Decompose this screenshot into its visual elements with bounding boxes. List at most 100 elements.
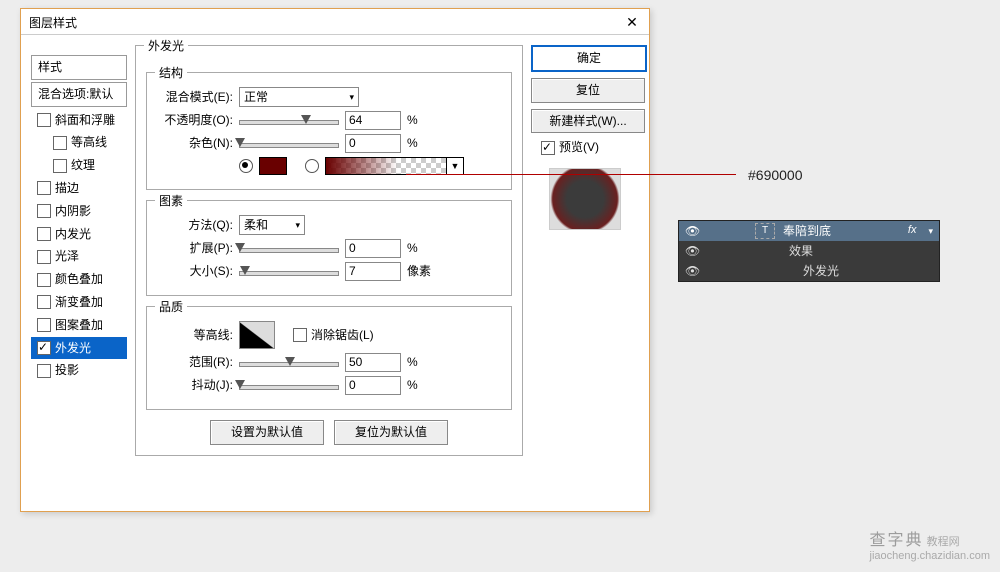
pct: %	[407, 377, 418, 394]
outer-glow-panel: 外发光 结构 混合模式(E): 正常 ▾ 不透明度(O): 64	[135, 45, 523, 456]
styles-header[interactable]: 样式	[31, 55, 127, 80]
noise-input[interactable]: 0	[345, 134, 401, 153]
opacity-label: 不透明度(O):	[155, 112, 233, 129]
style-checkbox[interactable]	[37, 295, 51, 309]
style-checkbox[interactable]	[37, 250, 51, 264]
style-item-5[interactable]: 内发光	[31, 223, 127, 246]
style-item-1[interactable]: 等高线	[31, 131, 127, 154]
style-item-label: 投影	[55, 362, 79, 379]
annotation-line	[406, 174, 736, 175]
jitter-input[interactable]: 0	[345, 376, 401, 395]
jitter-label: 抖动(J):	[155, 377, 233, 394]
spread-slider[interactable]	[239, 243, 339, 255]
style-checkbox[interactable]	[53, 159, 67, 173]
visibility-icon[interactable]: 👁	[685, 263, 699, 280]
range-slider[interactable]	[239, 357, 339, 369]
style-checkbox[interactable]	[37, 181, 51, 195]
effects-row[interactable]: 👁 效果	[679, 241, 939, 261]
style-checkbox[interactable]	[37, 227, 51, 241]
preview-thumbnail	[549, 168, 621, 230]
chevron-down-icon[interactable]: ▾	[928, 225, 933, 238]
cancel-button[interactable]: 复位	[531, 78, 645, 103]
range-input[interactable]: 50	[345, 353, 401, 372]
structure-legend: 结构	[155, 65, 187, 82]
fx-badge[interactable]: fx	[908, 223, 917, 238]
style-item-label: 渐变叠加	[55, 294, 103, 311]
effect-child-row[interactable]: 👁 外发光	[679, 261, 939, 281]
contour-picker[interactable]	[239, 321, 275, 349]
style-item-3[interactable]: 描边	[31, 177, 127, 200]
opacity-input[interactable]: 64	[345, 111, 401, 130]
style-item-6[interactable]: 光泽	[31, 245, 127, 268]
reset-default-button[interactable]: 复位为默认值	[334, 420, 448, 445]
style-checkbox[interactable]	[53, 136, 67, 150]
unit: 像素	[407, 263, 431, 280]
titlebar: 图层样式 ✕	[21, 9, 649, 35]
effects-label: 效果	[789, 243, 813, 260]
blend-mode-label: 混合模式(E):	[155, 89, 233, 106]
pct: %	[407, 354, 418, 371]
antialias-label: 消除锯齿(L)	[311, 327, 374, 344]
size-slider[interactable]	[239, 266, 339, 278]
chevron-down-icon: ▾	[295, 219, 300, 232]
style-checkbox[interactable]	[37, 204, 51, 218]
method-value: 柔和	[244, 217, 268, 234]
glow-color-swatch[interactable]	[259, 157, 287, 175]
gradient-picker[interactable]	[325, 157, 447, 175]
panel-legend: 外发光	[144, 38, 188, 55]
color-radio[interactable]	[239, 159, 253, 173]
style-item-label: 颜色叠加	[55, 271, 103, 288]
style-item-label: 图案叠加	[55, 317, 103, 334]
style-item-4[interactable]: 内阴影	[31, 200, 127, 223]
pct: %	[407, 112, 418, 129]
style-item-label: 描边	[55, 180, 79, 197]
layer-row[interactable]: 👁 T 奉陪到底 fx ▾	[679, 221, 939, 241]
gradient-dropdown-button[interactable]: ▼	[447, 157, 464, 175]
style-item-label: 内阴影	[55, 203, 91, 220]
visibility-icon[interactable]: 👁	[685, 223, 699, 240]
noise-slider[interactable]	[239, 138, 339, 150]
layer-name: 奉陪到底	[783, 223, 831, 240]
visibility-icon[interactable]: 👁	[685, 243, 699, 260]
blend-mode-select[interactable]: 正常 ▾	[239, 87, 359, 107]
preview-checkbox[interactable]	[541, 141, 555, 155]
style-checkbox[interactable]	[37, 318, 51, 332]
style-item-0[interactable]: 斜面和浮雕	[31, 109, 127, 132]
size-input[interactable]: 7	[345, 262, 401, 281]
gradient-radio[interactable]	[305, 159, 319, 173]
elements-legend: 图素	[155, 193, 187, 210]
style-item-7[interactable]: 颜色叠加	[31, 268, 127, 291]
antialias-checkbox[interactable]	[293, 328, 307, 342]
style-item-10[interactable]: 外发光	[31, 337, 127, 360]
ok-button[interactable]: 确定	[531, 45, 647, 72]
jitter-slider[interactable]	[239, 380, 339, 392]
style-checkbox[interactable]	[37, 341, 51, 355]
quality-group: 品质 等高线: 消除锯齿(L) 范围(R): 50 %	[146, 306, 512, 410]
noise-label: 杂色(N):	[155, 135, 233, 152]
style-item-label: 外发光	[55, 340, 91, 357]
style-checkbox[interactable]	[37, 273, 51, 287]
style-item-9[interactable]: 图案叠加	[31, 314, 127, 337]
effect-name: 外发光	[803, 263, 839, 280]
close-icon[interactable]: ✕	[623, 13, 641, 33]
watermark: 查字典 教程网 jiaocheng.chazidian.com	[870, 526, 990, 562]
pct: %	[407, 240, 418, 257]
opacity-slider[interactable]	[239, 115, 339, 127]
blend-default-header[interactable]: 混合选项:默认	[31, 82, 127, 107]
style-item-2[interactable]: 纹理	[31, 154, 127, 177]
style-list: 样式 混合选项:默认 斜面和浮雕等高线纹理描边内阴影内发光光泽颜色叠加渐变叠加图…	[31, 55, 127, 466]
style-checkbox[interactable]	[37, 364, 51, 378]
text-layer-icon: T	[755, 223, 775, 239]
style-checkbox[interactable]	[37, 113, 51, 127]
set-default-button[interactable]: 设置为默认值	[210, 420, 324, 445]
method-select[interactable]: 柔和 ▾	[239, 215, 305, 235]
structure-group: 结构 混合模式(E): 正常 ▾ 不透明度(O): 64 %	[146, 72, 512, 190]
spread-input[interactable]: 0	[345, 239, 401, 258]
style-item-8[interactable]: 渐变叠加	[31, 291, 127, 314]
preview-label: 预览(V)	[559, 139, 599, 156]
style-item-11[interactable]: 投影	[31, 359, 127, 382]
pct: %	[407, 135, 418, 152]
new-style-button[interactable]: 新建样式(W)...	[531, 109, 645, 134]
layer-style-dialog: 图层样式 ✕ 样式 混合选项:默认 斜面和浮雕等高线纹理描边内阴影内发光光泽颜色…	[20, 8, 650, 512]
style-item-label: 等高线	[71, 134, 107, 151]
